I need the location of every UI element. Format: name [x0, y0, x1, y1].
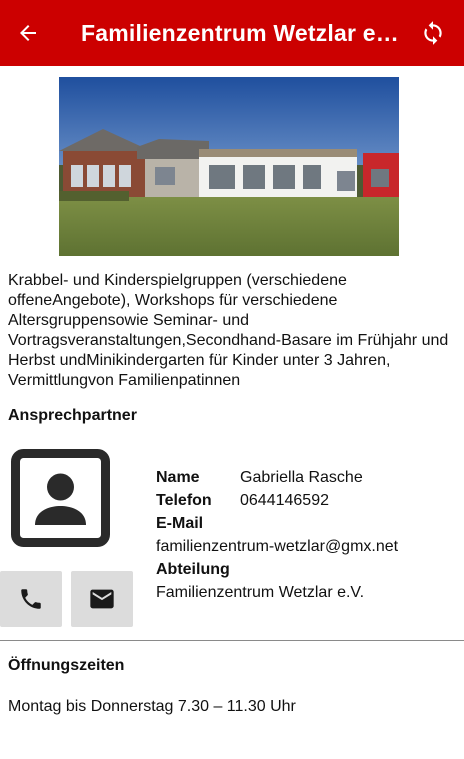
phone-label: Telefon [156, 492, 212, 509]
contact-email-label-row: E-Mail [156, 512, 456, 535]
contact-info: Name Gabriella Rasche Telefon 0644146592 E… [156, 466, 456, 604]
department-value: Familienzentrum Wetzlar e.V. [156, 584, 365, 601]
contact-name-row: Name Gabriella Rasche [156, 466, 456, 489]
phone-icon [21, 589, 41, 609]
arrow-left-icon [20, 25, 36, 41]
mail-icon [90, 589, 114, 609]
contact-department-value-row: Familienzentrum Wetzlar e.V. [156, 581, 456, 604]
opening-hours-text: Montag bis Donnerstag 7.30 – 11.30 Uhr [8, 698, 296, 715]
page-title: Familienzentrum Wetzlar e.V. [81, 20, 401, 46]
app-screen: Familienzentrum Wetzlar e.V. Krabbel- un… [0, 0, 464, 759]
call-button[interactable] [0, 571, 62, 627]
back-button[interactable] [12, 17, 44, 49]
phone-value[interactable]: 0644146592 [240, 492, 329, 509]
department-label: Abteilung [156, 561, 230, 578]
app-bar: Familienzentrum Wetzlar e.V. [0, 0, 464, 66]
contact-phone-row: Telefon 0644146592 [156, 489, 456, 512]
refresh-button[interactable] [416, 16, 450, 50]
divider [0, 640, 464, 641]
email-label: E-Mail [156, 515, 204, 532]
refresh-icon [424, 21, 442, 45]
email-button[interactable] [71, 571, 133, 627]
contact-avatar [11, 449, 110, 547]
contact-heading: Ansprechpartner [8, 407, 137, 424]
email-value[interactable]: familienzentrum-wetzlar@gmx.net [156, 538, 398, 555]
person-placeholder-icon [11, 449, 110, 547]
hero-image [59, 77, 399, 256]
name-value: Gabriella Rasche [240, 469, 363, 486]
name-label: Name [156, 469, 200, 486]
opening-hours-heading: Öffnungszeiten [8, 657, 125, 674]
description-text: Krabbel- und Kinderspielgruppen (verschi… [8, 272, 449, 389]
contact-department-label-row: Abteilung [156, 558, 456, 581]
building-photo [59, 77, 399, 256]
contact-email-value-row: familienzentrum-wetzlar@gmx.net [156, 535, 456, 558]
